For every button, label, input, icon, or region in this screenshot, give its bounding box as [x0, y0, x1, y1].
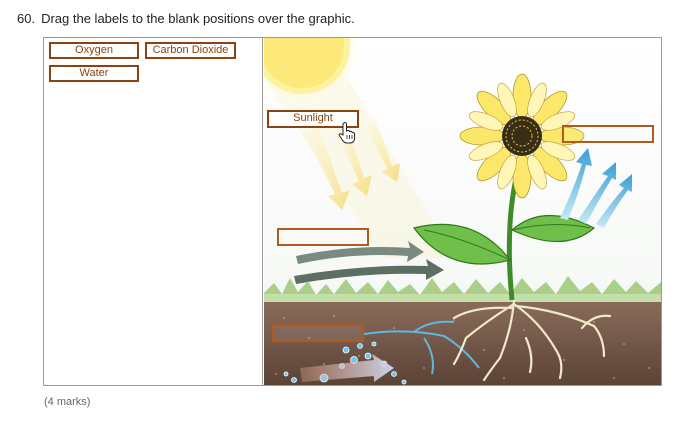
drop-zone-oxygen-area[interactable]: [562, 125, 654, 143]
label-oxygen[interactable]: Oxygen: [49, 42, 139, 59]
marks-text: (4 marks): [44, 396, 91, 408]
question-header: 60. Drag the labels to the blank position…: [17, 11, 355, 26]
label-bank: [43, 37, 263, 386]
hand-cursor-icon: [338, 122, 356, 144]
label-carbon-dioxide[interactable]: Carbon Dioxide: [145, 42, 236, 59]
drop-zone-co2-area[interactable]: [277, 228, 369, 246]
label-water[interactable]: Water: [49, 65, 139, 82]
question-text: Drag the labels to the blank positions o…: [41, 11, 355, 26]
drop-zone-water-area[interactable]: [272, 324, 364, 342]
question-number: 60.: [17, 11, 36, 26]
